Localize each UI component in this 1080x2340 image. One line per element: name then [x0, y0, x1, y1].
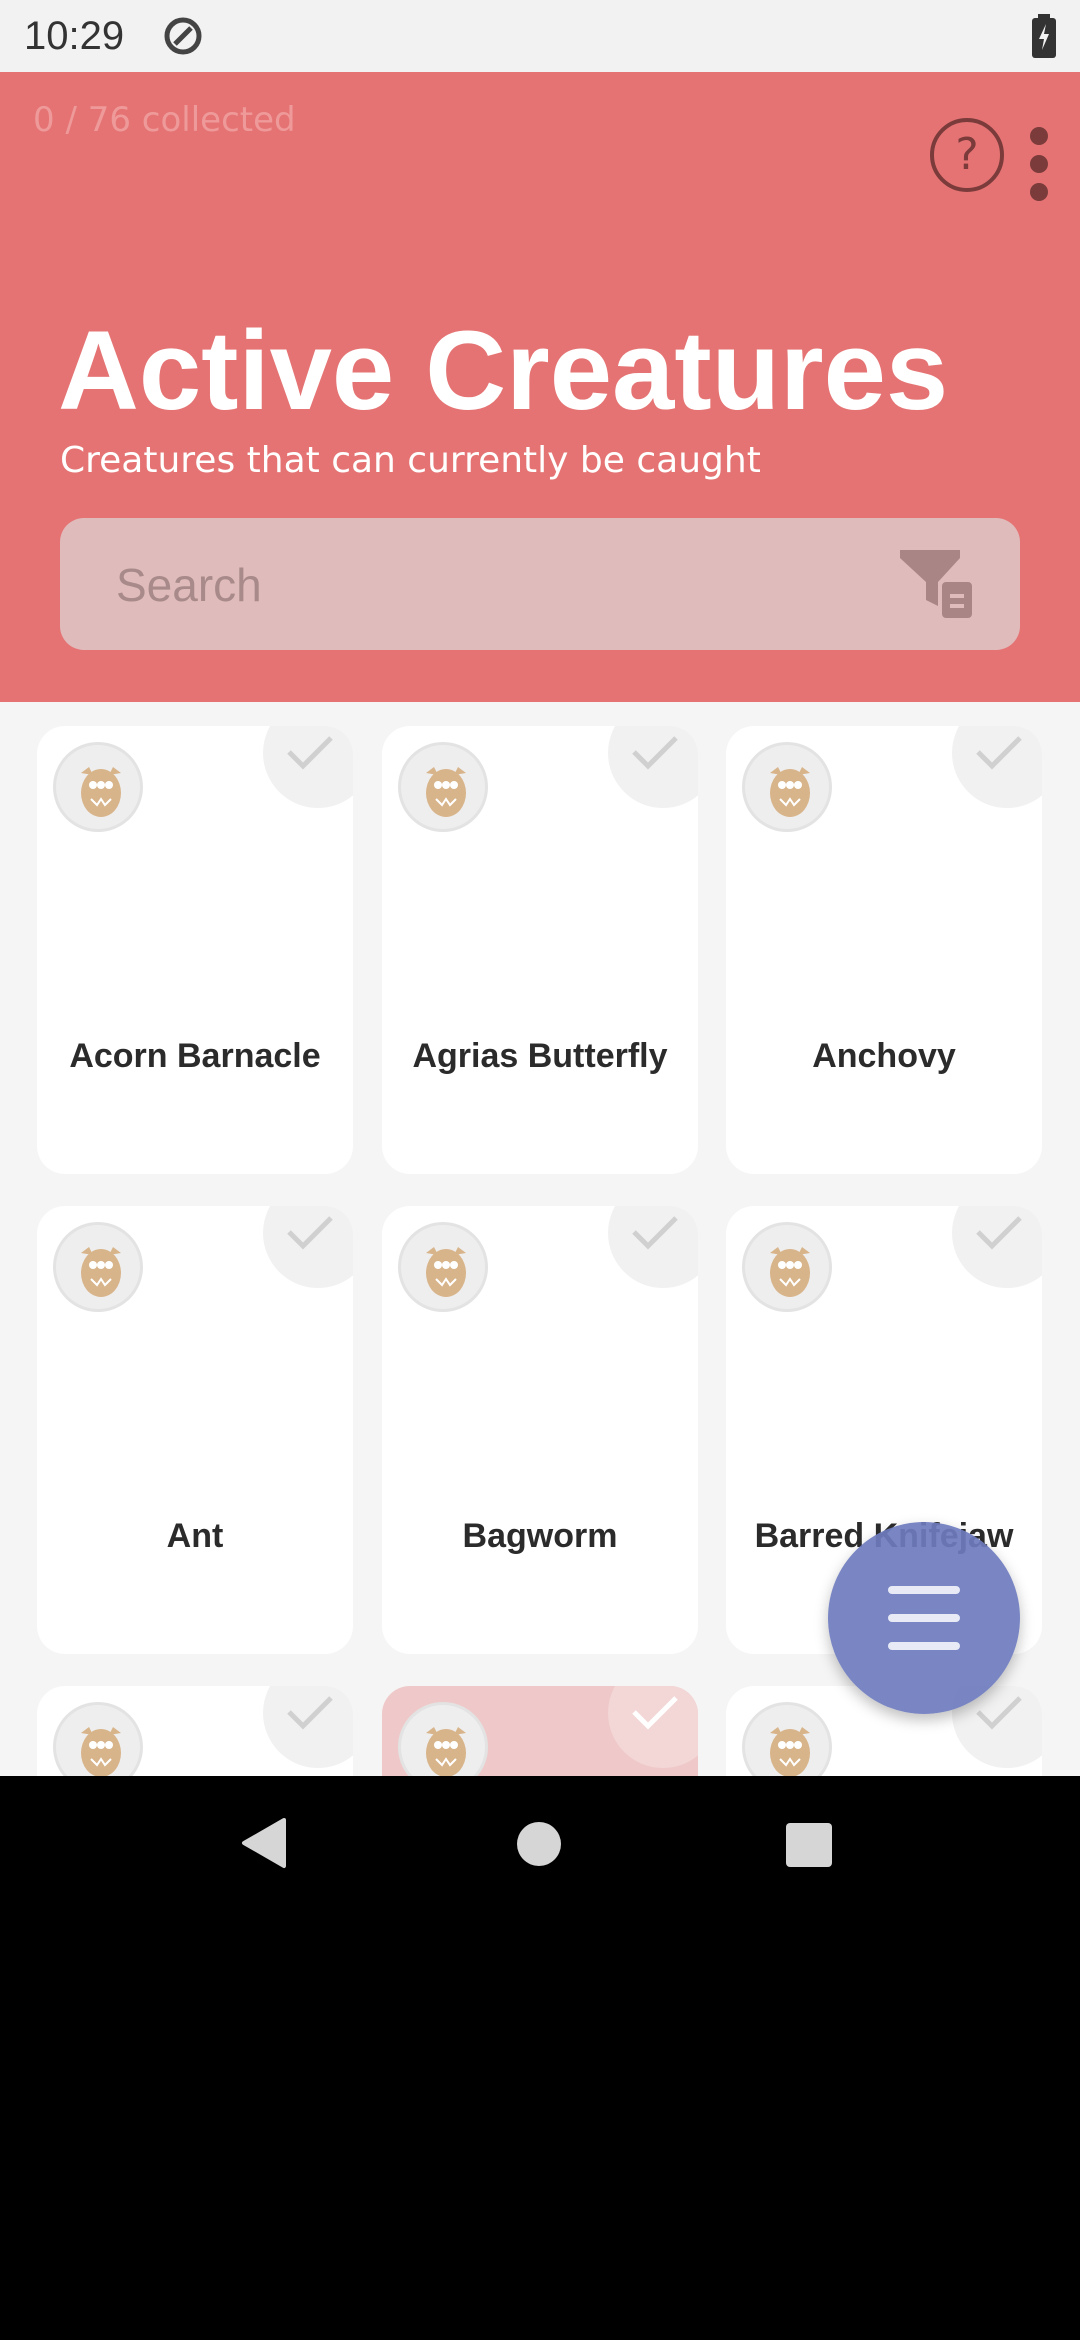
battery-charging-icon — [1030, 14, 1058, 58]
collect-check-button[interactable] — [263, 1206, 353, 1288]
creature-name: Ant — [166, 1517, 224, 1555]
owl-icon — [742, 1222, 832, 1312]
search-bar — [60, 518, 1020, 650]
check-icon — [632, 1216, 678, 1250]
creature-card[interactable] — [37, 1686, 353, 1776]
owl-icon — [398, 742, 488, 832]
search-input[interactable] — [114, 548, 898, 622]
creature-name: Agrias Butterfly — [412, 1037, 668, 1075]
owl-icon — [742, 742, 832, 832]
home-circle-icon — [517, 1822, 561, 1866]
status-bar: 10:29 — [0, 0, 1080, 72]
recent-apps-button[interactable] — [786, 1823, 832, 1871]
creature-name: Bagworm — [462, 1517, 618, 1555]
system-nav-bar — [0, 1776, 1080, 1916]
more-vert-icon — [1030, 127, 1048, 201]
header: 0 / 76 collected ? Active Creatures Crea… — [0, 72, 1080, 702]
creature-card[interactable] — [382, 1686, 698, 1776]
owl-icon — [53, 742, 143, 832]
owl-icon — [742, 1702, 832, 1776]
help-button[interactable]: ? — [930, 118, 1004, 192]
check-icon — [976, 736, 1022, 770]
check-icon — [632, 1696, 678, 1730]
app-root: 10:29 0 / 76 collected ? Active Creature… — [0, 0, 1080, 2340]
creature-card[interactable]: Ant — [37, 1206, 353, 1654]
more-options-button[interactable] — [1024, 122, 1054, 206]
creature-card[interactable]: Acorn Barnacle — [37, 726, 353, 1174]
owl-icon — [53, 1702, 143, 1776]
creature-name: Acorn Barnacle — [69, 1037, 321, 1075]
owl-icon — [398, 1222, 488, 1312]
collect-check-button[interactable] — [952, 1206, 1042, 1288]
collect-check-button[interactable] — [263, 1686, 353, 1768]
collected-count: 0 / 76 collected — [33, 100, 296, 140]
collect-check-button[interactable] — [263, 726, 353, 808]
help-circle-icon: ? — [955, 129, 979, 180]
recent-square-icon — [786, 1823, 832, 1867]
filter-button[interactable] — [896, 544, 980, 628]
check-icon — [287, 1216, 333, 1250]
status-time: 10:29 — [24, 14, 125, 58]
collect-check-button[interactable] — [608, 726, 698, 808]
filter-list-icon — [900, 550, 976, 622]
collect-check-button[interactable] — [608, 1206, 698, 1288]
check-icon — [976, 1216, 1022, 1250]
check-icon — [976, 1696, 1022, 1730]
page-title: Active Creatures — [58, 308, 949, 433]
back-button[interactable] — [240, 1816, 288, 1874]
check-icon — [287, 736, 333, 770]
creature-card[interactable]: Agrias Butterfly — [382, 726, 698, 1174]
check-icon — [287, 1696, 333, 1730]
creature-name: Anchovy — [812, 1037, 956, 1075]
page-subtitle: Creatures that can currently be caught — [60, 440, 761, 481]
menu-fab-button[interactable] — [828, 1522, 1020, 1714]
creature-card[interactable]: Bagworm — [382, 1206, 698, 1654]
back-triangle-icon — [242, 1818, 286, 1868]
owl-icon — [398, 1702, 488, 1776]
collect-check-button[interactable] — [608, 1686, 698, 1768]
home-button[interactable] — [516, 1821, 562, 1871]
menu-icon — [888, 1586, 960, 1650]
check-icon — [632, 736, 678, 770]
creature-card[interactable]: Anchovy — [726, 726, 1042, 1174]
owl-icon — [53, 1222, 143, 1312]
collect-check-button[interactable] — [952, 726, 1042, 808]
circle-a-icon — [163, 16, 203, 56]
